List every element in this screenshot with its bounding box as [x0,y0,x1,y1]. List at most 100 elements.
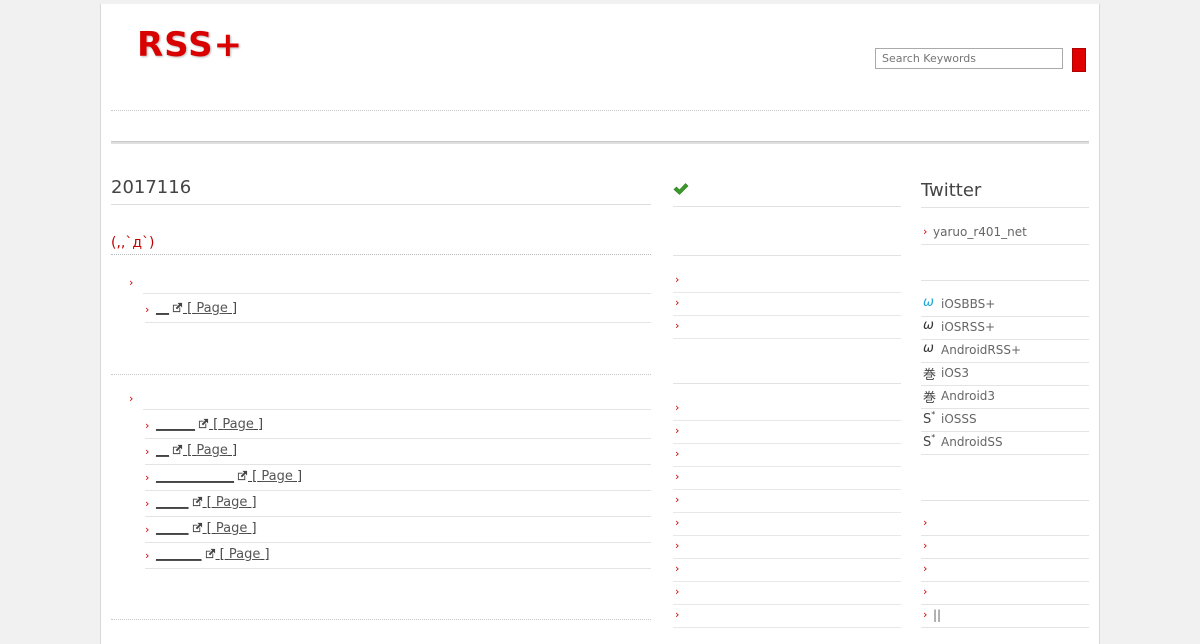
divider [673,206,901,207]
chevron-right-icon: › [145,523,150,536]
divider [673,255,901,256]
list-item[interactable]: › [921,538,1089,561]
chevron-right-icon: › [145,445,150,458]
chevron-right-icon: › [675,319,680,332]
check-icon [673,183,689,195]
chevron-right-icon: › [675,516,680,529]
page-link[interactable]: Page [261,469,292,484]
bracket: [ [252,469,258,484]
page-container: RSS+ 2017116 (,,`д`) › › __ [ Page ] › [100,4,1100,644]
post-date: 2017116 [111,177,192,198]
list-item[interactable]: › [673,515,901,538]
site-logo[interactable]: RSS+ [137,25,243,65]
external-link-icon[interactable] [172,302,183,313]
chevron-right-icon: › [923,516,928,529]
section-header[interactable]: › [129,276,651,296]
chevron-right-icon: › [675,585,680,598]
list-item: › __ [ Page ] [145,301,651,327]
app-label: Android3 [941,389,996,403]
entry-link[interactable]: _______ [156,547,202,562]
divider [921,500,1089,501]
list-item[interactable]: › [673,538,901,561]
page-link[interactable]: Page [222,417,253,432]
chevron-right-icon: › [675,273,680,286]
app-label: iOSBBS+ [941,297,996,311]
bracket: [ [206,521,212,536]
list-item[interactable]: › [673,584,901,607]
external-link-icon[interactable] [192,496,203,507]
entry-link[interactable]: _____ [156,495,189,510]
app-link-iosbbs[interactable]: ω iOSBBS+ [921,295,1089,319]
list-item[interactable]: › [673,272,901,295]
app-label: iOS3 [941,366,970,380]
page-link[interactable]: Page [216,495,247,510]
nav-divider [111,141,1089,144]
list-item-label: || [933,608,942,622]
list-item[interactable]: › [673,446,901,469]
list-item[interactable]: › [921,515,1089,538]
bracket: [ [213,417,219,432]
list-item: › _______ [ Page ] [145,547,651,573]
chevron-right-icon: › [145,303,150,316]
list-item[interactable]: › [921,584,1089,607]
bracket: ] [296,469,303,484]
chevron-right-icon: › [923,539,928,552]
entry-link[interactable]: ______ [156,417,195,432]
divider [145,542,651,543]
app-label: AndroidSS [941,435,1003,449]
list-item[interactable]: › [921,561,1089,584]
entry-link[interactable]: __ [156,443,169,458]
twitter-title: Twitter [921,180,982,201]
external-link-icon[interactable] [172,444,183,455]
bracket: ] [251,495,257,510]
external-link-icon[interactable] [237,470,248,481]
list-item[interactable]: › [673,423,901,446]
app-link-iosss[interactable]: S* iOSSS [921,410,1089,434]
page-link[interactable]: Page [229,547,260,562]
divider [145,322,651,323]
list-item[interactable]: › [673,492,901,515]
chevron-right-icon: › [923,225,928,238]
app-link-androidrss[interactable]: ω AndroidRSS+ [921,341,1089,365]
list-item[interactable]: › [673,400,901,423]
scroll-icon: 巻 [923,368,937,383]
post-title[interactable]: (,,`д`) [111,233,155,253]
page-link[interactable]: Page [196,301,227,316]
app-link-android3[interactable]: 巻 Android3 [921,388,1089,411]
list-item[interactable]: › || [921,607,1089,630]
external-link-icon[interactable] [192,522,203,533]
list-item[interactable]: › [673,295,901,318]
list-item: › __ [ Page ] [145,443,651,469]
bracket: ] [251,521,257,536]
divider [111,204,651,205]
search-button[interactable] [1072,48,1086,72]
app-link-androidss[interactable]: S* AndroidSS [921,433,1089,457]
list-item[interactable]: › [673,318,901,341]
twitter-account-link[interactable]: › yaruo_r401_net [921,224,1089,247]
chevron-right-icon: › [675,447,680,460]
entry-link[interactable]: ____________ [156,469,234,484]
chevron-right-icon: › [923,608,928,621]
chevron-right-icon: › [675,424,680,437]
divider [673,383,901,384]
list-item[interactable]: › [673,561,901,584]
external-link-icon[interactable] [205,548,216,559]
external-link-icon[interactable] [198,418,209,429]
page-link[interactable]: Page [196,443,227,458]
list-item[interactable]: › [673,607,901,630]
app-link-iosrss[interactable]: ω iOSRSS+ [921,318,1089,342]
divider [145,516,651,517]
entry-link[interactable]: __ [156,301,169,316]
search-input[interactable] [875,48,1063,69]
entry-link[interactable]: _____ [156,521,189,536]
page-link[interactable]: Page [216,521,247,536]
section-divider [111,619,651,620]
section-divider [111,374,651,375]
divider [921,280,1089,281]
list-item[interactable]: › [673,469,901,492]
bracket: ] [231,443,238,458]
divider [145,438,651,439]
header-divider [111,110,1089,111]
app-link-ios3[interactable]: 巻 iOS3 [921,365,1089,388]
section-header[interactable]: › [129,392,651,412]
